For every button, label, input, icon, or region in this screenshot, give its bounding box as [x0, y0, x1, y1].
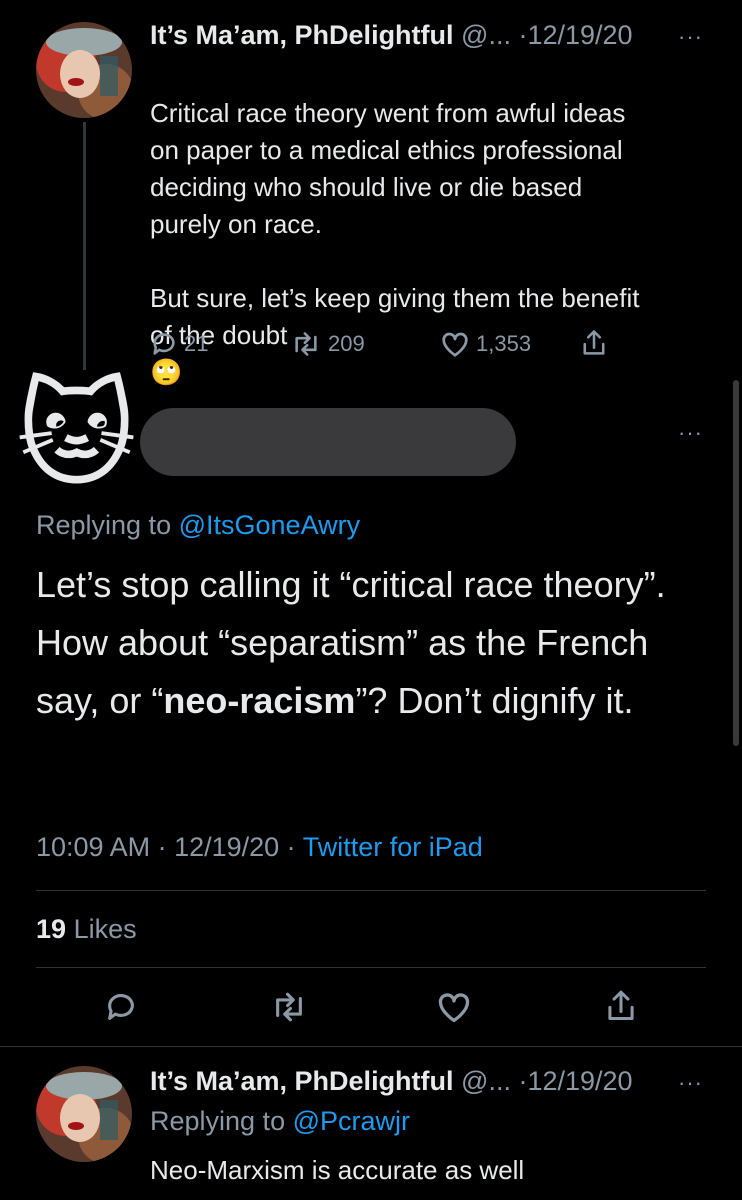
reply-button[interactable]: 21	[150, 330, 208, 358]
eye-roll-emoji: 🙄	[150, 357, 183, 387]
replying-to: Replying to @Pcrawjr	[150, 1106, 411, 1136]
more-options-icon[interactable]: ···	[678, 24, 703, 50]
share-button[interactable]	[580, 328, 608, 358]
tweet-header: It’s Ma’am, PhDelightful @... ·12/19/20	[150, 1066, 633, 1097]
likes-summary[interactable]: 19 Likes	[36, 914, 137, 945]
display-name[interactable]: It’s Ma’am, PhDelightful	[150, 1066, 454, 1096]
more-options-icon[interactable]: ···	[678, 1070, 703, 1096]
reply-count: 21	[184, 331, 209, 356]
more-options-icon[interactable]: ···	[678, 420, 703, 446]
divider	[0, 1046, 742, 1047]
handle[interactable]: @...	[461, 1066, 511, 1096]
share-button[interactable]	[604, 988, 638, 1024]
scrollbar[interactable]	[733, 380, 739, 746]
replying-to-handle[interactable]: @ItsGoneAwry	[179, 510, 360, 540]
reply-icon	[153, 333, 175, 355]
reply-button[interactable]	[104, 990, 138, 1024]
retweet-icon	[276, 992, 302, 1022]
replying-to: Replying to @ItsGoneAwry	[36, 510, 361, 540]
redacted-name-bar	[140, 408, 516, 476]
reply-icon	[108, 994, 134, 1020]
avatar[interactable]	[36, 22, 132, 118]
thread-line	[83, 122, 86, 370]
share-icon	[608, 990, 634, 1020]
likes-count: 19	[36, 914, 67, 944]
avatar[interactable]	[36, 1066, 132, 1162]
tweet-text: Neo-Marxism is accurate as well	[150, 1155, 525, 1185]
divider	[36, 967, 706, 968]
tweet-date[interactable]: ·12/19/20	[518, 1066, 632, 1096]
focused-tweet-text: Let’s stop calling it “critical race the…	[36, 564, 666, 721]
retweet-count: 209	[328, 331, 365, 356]
cat-avatar[interactable]: 🐱	[16, 370, 137, 500]
share-icon	[583, 330, 605, 355]
retweet-button[interactable]	[270, 990, 308, 1024]
like-icon	[442, 332, 468, 357]
like-button[interactable]	[436, 990, 472, 1024]
retweet-button[interactable]: 209	[290, 330, 365, 358]
display-name[interactable]: It’s Ma’am, PhDelightful	[150, 20, 454, 50]
divider	[36, 890, 706, 891]
tweet-source[interactable]: Twitter for iPad	[303, 832, 483, 862]
handle[interactable]: @...	[461, 20, 511, 50]
retweet-icon	[295, 332, 317, 356]
like-icon	[438, 993, 470, 1023]
like-button[interactable]: 1,353	[440, 330, 531, 358]
like-count: 1,353	[476, 331, 532, 356]
tweet-timestamp: 10:09 AM · 12/19/20 · Twitter for iPad	[36, 832, 483, 862]
replying-to-handle[interactable]: @Pcrawjr	[293, 1106, 410, 1136]
tweet-header: It’s Ma’am, PhDelightful @... ·12/19/20	[150, 20, 633, 51]
tweet-date[interactable]: ·12/19/20	[518, 20, 632, 50]
